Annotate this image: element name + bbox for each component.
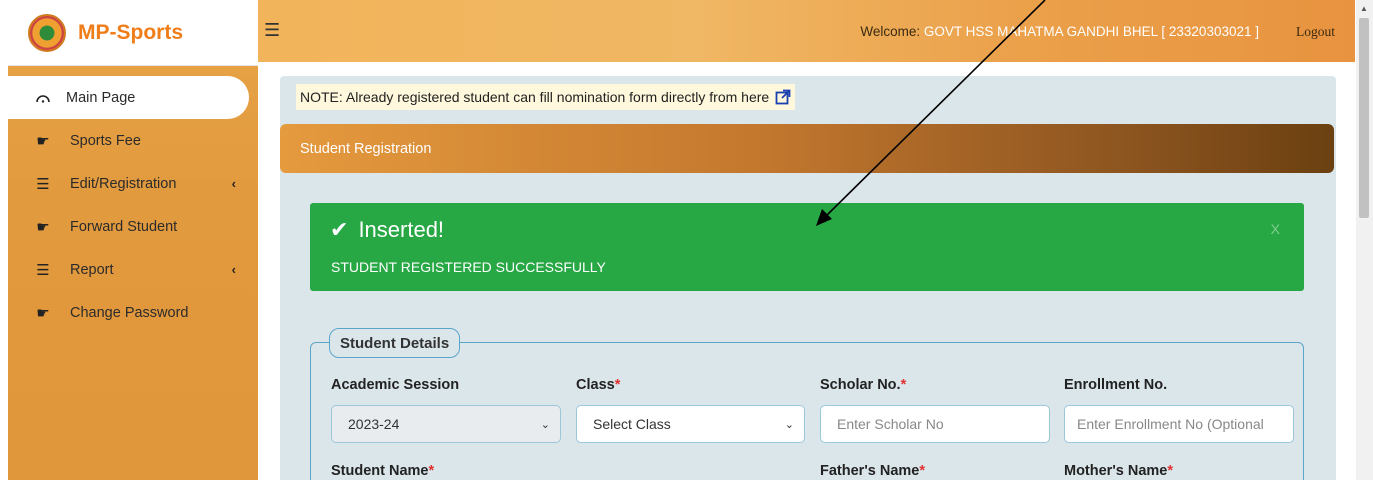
mother-name-label: Mother's Name* <box>1064 463 1173 479</box>
external-link-icon[interactable] <box>775 89 791 105</box>
enrollment-no-label-text: Enrollment No. <box>1064 377 1168 393</box>
academic-session-select[interactable]: 2023-24 ⌄ <box>331 405 561 443</box>
chevron-left-icon: ‹ <box>231 262 236 277</box>
scroll-thumb[interactable] <box>1359 18 1369 218</box>
sidebar: MP-Sports Main Page ☛ Sports Fee ☰ Edit/… <box>8 0 258 480</box>
required-marker: * <box>614 377 621 393</box>
scholar-no-input[interactable]: Enter Scholar No <box>820 405 1050 443</box>
welcome-label: Welcome: <box>860 24 924 39</box>
class-value: Select Class <box>593 416 671 432</box>
academic-session-value: 2023-24 <box>348 416 400 432</box>
success-alert: ✔ Inserted! STUDENT REGISTERED SUCCESSFU… <box>310 203 1304 291</box>
class-select[interactable]: Select Class ⌄ <box>576 405 805 443</box>
sidebar-item-edit-registration[interactable]: ☰ Edit/Registration ‹ <box>8 162 258 205</box>
enrollment-no-input[interactable]: Enter Enrollment No (Optional <box>1064 405 1294 443</box>
sidebar-item-label: Sports Fee <box>70 132 141 149</box>
sidebar-item-forward-student[interactable]: ☛ Forward Student <box>8 205 258 248</box>
student-name-label-text: Student Name <box>331 463 429 479</box>
academic-session-label-text: Academic Session <box>331 377 460 393</box>
chevron-left-icon: ‹ <box>231 176 236 191</box>
sidebar-item-change-password[interactable]: ☛ Change Password <box>8 291 258 334</box>
sidebar-item-label: Forward Student <box>70 218 178 235</box>
scroll-up-arrow-icon[interactable]: ▲ <box>1360 4 1368 13</box>
welcome-text: Welcome: GOVT HSS MAHATMA GANDHI BHEL [ … <box>860 24 1259 39</box>
enrollment-no-placeholder: Enter Enrollment No (Optional <box>1077 416 1264 432</box>
list-icon: ☰ <box>36 261 50 279</box>
school-name: GOVT HSS MAHATMA GANDHI BHEL [ 233203030… <box>923 24 1259 39</box>
sidebar-item-label: Main Page <box>66 89 136 106</box>
sidebar-item-main-page[interactable]: Main Page <box>8 76 249 119</box>
note-text: NOTE: Already registered student can fil… <box>300 89 770 105</box>
hand-pointer-icon: ☛ <box>36 132 50 150</box>
hamburger-menu-icon[interactable]: ☰ <box>264 20 280 41</box>
chevron-down-icon: ⌄ <box>784 418 794 431</box>
page-scrollbar[interactable]: ▲ <box>1356 0 1373 480</box>
sidebar-item-label: Change Password <box>70 304 189 321</box>
scholar-no-placeholder: Enter Scholar No <box>837 416 944 432</box>
academic-session-label: Academic Session <box>331 377 459 393</box>
alert-title: ✔ Inserted! <box>330 217 444 243</box>
father-name-label: Father's Name* <box>820 463 925 479</box>
required-marker: * <box>900 377 907 393</box>
sidebar-item-label: Report <box>70 261 114 278</box>
dashboard-gauge-icon <box>32 93 54 103</box>
fieldset-legend: Student Details <box>329 328 461 358</box>
student-name-label: Student Name* <box>331 463 434 479</box>
class-label-text: Class <box>576 377 615 393</box>
sidebar-item-label: Edit/Registration <box>70 175 177 192</box>
alert-title-text: Inserted! <box>358 217 445 242</box>
sidebar-item-sports-fee[interactable]: ☛ Sports Fee <box>8 119 258 162</box>
logout-link[interactable]: Logout <box>1296 24 1335 40</box>
checkmark-icon: ✔ <box>330 217 349 242</box>
mother-name-label-text: Mother's Name <box>1064 463 1168 479</box>
hand-pointer-icon: ☛ <box>36 218 50 236</box>
required-marker: * <box>919 463 926 479</box>
enrollment-no-label: Enrollment No. <box>1064 377 1167 393</box>
alert-message: STUDENT REGISTERED SUCCESSFULLY <box>331 259 606 275</box>
top-header: ☰ Welcome: GOVT HSS MAHATMA GANDHI BHEL … <box>258 0 1355 62</box>
student-details-fieldset: Student Details Academic Session Class* … <box>310 328 1304 480</box>
scholar-no-label-text: Scholar No. <box>820 377 901 393</box>
panel-title: Student Registration <box>300 140 432 157</box>
chevron-down-icon: ⌄ <box>540 418 550 431</box>
mp-sports-logo-icon <box>28 13 66 52</box>
required-marker: * <box>1167 463 1174 479</box>
father-name-label-text: Father's Name <box>820 463 920 479</box>
hand-pointer-icon: ☛ <box>36 304 50 322</box>
alert-close-button[interactable]: X <box>1271 221 1280 237</box>
required-marker: * <box>428 463 435 479</box>
main-content: NOTE: Already registered student can fil… <box>280 76 1336 480</box>
sidebar-item-report[interactable]: ☰ Report ‹ <box>8 248 258 291</box>
brand[interactable]: MP-Sports <box>8 0 258 66</box>
sidebar-nav: Main Page ☛ Sports Fee ☰ Edit/Registrati… <box>8 66 258 334</box>
list-icon: ☰ <box>36 175 50 193</box>
class-label: Class* <box>576 377 620 393</box>
scholar-no-label: Scholar No.* <box>820 377 906 393</box>
panel-header: Student Registration <box>280 124 1334 173</box>
brand-name: MP-Sports <box>78 20 183 44</box>
note-banner: NOTE: Already registered student can fil… <box>296 84 796 110</box>
